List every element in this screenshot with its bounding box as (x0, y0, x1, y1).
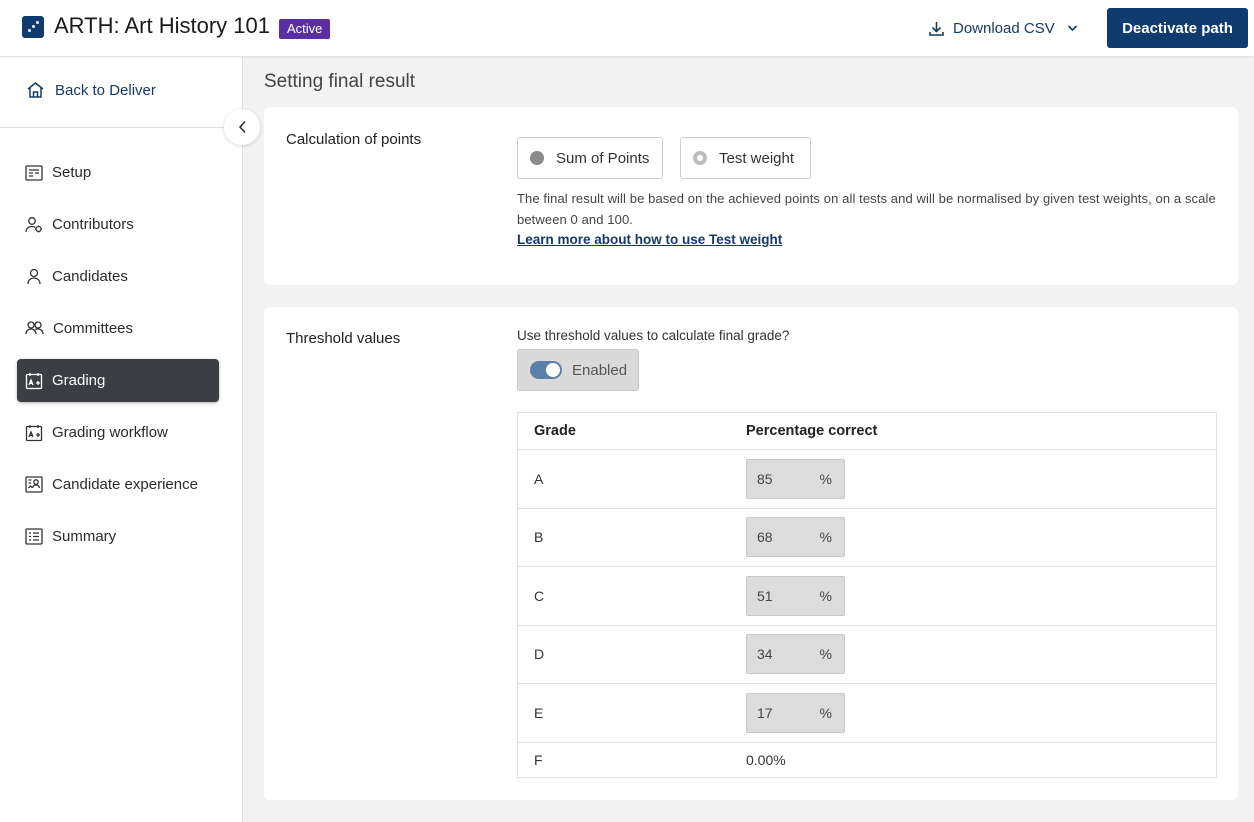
chevron-left-icon (238, 120, 246, 134)
percentage-value: 17 (757, 704, 773, 721)
sidebar-item-candidate-experience[interactable]: Candidate experience (17, 463, 219, 506)
sidebar-item-label: Contributors (52, 216, 134, 233)
contributors-icon (25, 217, 42, 233)
percentage-input[interactable]: 34 % (746, 634, 845, 675)
sidebar: Back to Deliver Setup Contributors Candi… (0, 57, 243, 822)
sidebar-item-grading-workflow[interactable]: Grading workflow (17, 411, 219, 454)
threshold-toggle[interactable]: Enabled (517, 349, 639, 391)
threshold-card: Threshold values Use threshold values to… (264, 307, 1238, 800)
percentage-value: 68 (757, 529, 773, 546)
table-row: A 85 % (518, 449, 1216, 508)
percent-unit: % (819, 470, 832, 487)
chevron-down-icon[interactable] (1067, 24, 1078, 32)
table-row: B 68 % (518, 507, 1216, 567)
sidebar-item-label: Setup (52, 164, 92, 181)
radio-icon (693, 151, 707, 165)
percentage-value: 34 (757, 646, 773, 663)
sidebar-item-candidates[interactable]: Candidates (17, 255, 219, 298)
sidebar-item-label: Grading (52, 372, 106, 389)
calculation-card: Calculation of points Sum of Points Test… (264, 107, 1238, 285)
back-to-deliver-label: Back to Deliver (55, 81, 156, 99)
percentage-input[interactable]: 68 % (746, 517, 845, 558)
app-logo-icon (22, 16, 44, 38)
sidebar-item-label: Grading workflow (52, 424, 168, 441)
grade-cell: C (534, 587, 545, 604)
table-row: D 34 % (518, 624, 1216, 684)
sidebar-divider (0, 127, 224, 128)
calculation-description: The final result will be based on the ac… (517, 191, 1216, 227)
download-csv-button[interactable]: Download CSV (928, 16, 1086, 40)
back-to-deliver-link[interactable]: Back to Deliver (26, 81, 156, 99)
sum-of-points-label: Sum of Points (556, 149, 650, 167)
percentage-input[interactable]: 85 % (746, 458, 845, 499)
collapse-sidebar-button[interactable] (224, 109, 260, 145)
sidebar-item-label: Candidates (52, 268, 128, 285)
setup-icon (25, 164, 43, 181)
deactivate-path-button[interactable]: Deactivate path (1107, 8, 1248, 48)
table-row: C 51 % (518, 566, 1216, 625)
grading-workflow-icon (25, 424, 43, 441)
toggle-switch[interactable] (530, 361, 562, 379)
download-csv-label: Download CSV (953, 19, 1055, 37)
calculation-label: Calculation of points (286, 131, 422, 148)
person-icon (27, 268, 41, 285)
percentage-input[interactable]: 51 % (746, 575, 845, 616)
test-weight-radio[interactable]: Test weight (680, 137, 811, 179)
table-header-row: Grade Percentage correct (518, 413, 1216, 449)
grade-cell: E (534, 704, 544, 721)
percentage-value: 51 (757, 587, 773, 604)
threshold-question: Use threshold values to calculate final … (517, 328, 790, 343)
table-row: F 0.00% (518, 741, 1216, 777)
sum-of-points-radio[interactable]: Sum of Points (517, 137, 663, 179)
sidebar-item-label: Summary (52, 528, 117, 545)
status-badge: Active (279, 19, 331, 39)
grade-cell: B (534, 529, 544, 546)
home-icon (27, 82, 44, 98)
sidebar-item-committees[interactable]: Committees (17, 307, 219, 350)
app-title: ARTH: Art History 101 (54, 13, 270, 38)
page-title: Setting final result (264, 71, 416, 92)
grade-cell: A (534, 470, 544, 487)
percent-unit: % (819, 529, 832, 546)
percentage-input[interactable]: 17 % (746, 692, 845, 733)
sidebar-item-contributors[interactable]: Contributors (17, 203, 219, 246)
sidebar-item-label: Committees (53, 320, 134, 337)
test-weight-label: Test weight (719, 149, 795, 167)
grade-table: Grade Percentage correct A 85 % B 68 % C… (517, 412, 1217, 778)
summary-icon (25, 528, 43, 545)
percentage-value: 85 (757, 470, 773, 487)
toggle-knob (546, 363, 560, 377)
radio-selected-icon (530, 151, 544, 165)
grade-cell: F (534, 751, 543, 768)
sidebar-item-grading[interactable]: Grading (17, 359, 219, 402)
learn-more-link[interactable]: Learn more about how to use Test weight (517, 232, 782, 247)
percentage-value: 0.00% (746, 751, 786, 768)
header: ARTH: Art History 101 Active Download CS… (0, 0, 1254, 57)
people-icon (25, 321, 44, 335)
table-row: E 17 % (518, 683, 1216, 742)
percent-unit: % (819, 587, 832, 604)
percent-unit: % (819, 646, 832, 663)
sidebar-item-label: Candidate experience (52, 476, 198, 493)
sidebar-item-summary[interactable]: Summary (17, 515, 219, 558)
download-icon (929, 21, 944, 36)
candidate-experience-icon (25, 476, 43, 493)
percentage-header: Percentage correct (746, 423, 878, 439)
threshold-label: Threshold values (286, 330, 401, 347)
sidebar-item-setup[interactable]: Setup (17, 151, 219, 194)
grade-cell: D (534, 646, 545, 663)
grading-icon (25, 372, 43, 389)
grade-header: Grade (534, 423, 576, 439)
percent-unit: % (819, 704, 832, 721)
toggle-label: Enabled (572, 361, 628, 379)
